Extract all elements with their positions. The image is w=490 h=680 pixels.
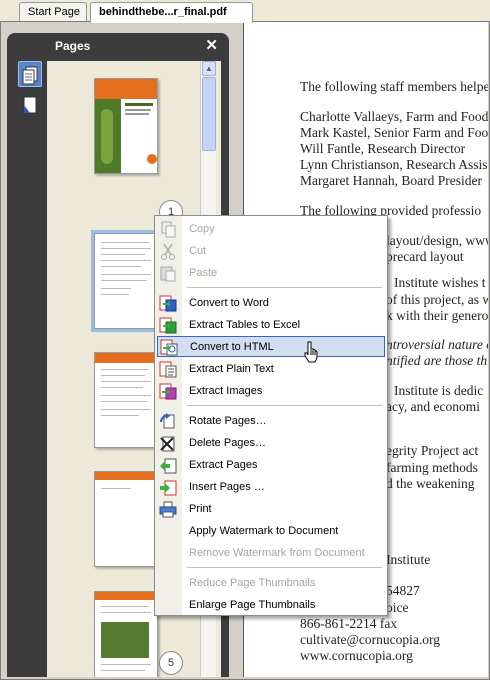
scroll-up-icon[interactable]: ▲ (202, 61, 216, 76)
doc-line: 54827 (386, 583, 420, 598)
doc-line: farming methods (386, 460, 478, 475)
page-thumbnail-1[interactable] (94, 78, 158, 174)
doc-line: d the weakening (386, 476, 475, 491)
paste-icon (159, 265, 177, 282)
menu-item-cut[interactable]: Cut (157, 241, 385, 262)
pdf-to-excel-icon (159, 317, 177, 334)
doc-line: precard layout (386, 249, 464, 264)
menu-item-delete-pages[interactable]: Delete Pages… (157, 433, 385, 454)
doc-line: egrity Project act (386, 443, 479, 458)
doc-line: Will Fantle, Research Director (300, 141, 466, 156)
delete-page-icon (159, 435, 177, 452)
doc-line: ntroversial nature o (386, 337, 488, 352)
doc-line: Institute is dedic (394, 383, 484, 398)
pdf-to-text-icon (159, 361, 177, 378)
doc-line: acy, and economi (386, 399, 480, 414)
doc-line: The following staff members helpe (300, 79, 488, 94)
doc-line: Mark Kastel, Senior Farm and Foo (300, 125, 488, 140)
page-thumbnail-2[interactable] (91, 230, 161, 332)
menu-item-enlarge-thumbnails[interactable]: Enlarge Page Thumbnails (157, 595, 385, 616)
rotate-page-icon (159, 413, 177, 430)
doc-line: oice (386, 600, 409, 615)
menu-item-extract-images[interactable]: Extract Images (157, 381, 385, 402)
pdf-to-html-icon (160, 339, 178, 356)
menu-separator (187, 287, 382, 288)
menu-item-remove-watermark[interactable]: Remove Watermark from Document (157, 543, 385, 564)
pdf-to-word-icon (159, 295, 177, 312)
menu-item-extract-tables[interactable]: Extract Tables to Excel (157, 315, 385, 336)
menu-item-extract-pages[interactable]: Extract Pages (157, 455, 385, 476)
menu-item-paste[interactable]: Paste (157, 263, 385, 284)
menu-item-copy[interactable]: Copy (157, 219, 385, 240)
menu-separator (187, 405, 382, 406)
copy-icon (159, 221, 177, 238)
doc-line: Charlotte Vallaeys, Farm and Food (300, 109, 488, 124)
panel-header: Pages ✕ (7, 33, 229, 57)
printer-icon (159, 501, 177, 518)
doc-line: Lynn Christianson, Research Assis (300, 157, 488, 172)
tab-bar: Start Page behindthebe...r_final.pdf (0, 0, 490, 23)
doc-line: of this project, as w (386, 292, 488, 307)
context-menu: Copy Cut Paste Convert to Word Extract T… (154, 215, 388, 616)
tab-start-page[interactable]: Start Page (19, 2, 87, 22)
pdf-to-image-icon (159, 383, 177, 400)
doc-line: Institute wishes t (394, 275, 486, 290)
close-icon[interactable]: ✕ (205, 36, 218, 54)
page-thumbnail-3[interactable] (94, 352, 158, 448)
doc-line: 866-861-2214 fax (300, 616, 398, 631)
pages-view-icon[interactable] (18, 61, 42, 87)
doc-line: Margaret Hannah, Board Presider (300, 173, 482, 188)
doc-line: Institute (386, 552, 431, 567)
insert-page-icon (159, 479, 177, 496)
page-thumbnail-4[interactable] (94, 471, 158, 567)
doc-line: cultivate@cornucopia.org (300, 632, 441, 647)
menu-item-rotate-pages[interactable]: Rotate Pages… (157, 411, 385, 432)
menu-item-convert-to-html[interactable]: Convert to HTML (157, 336, 385, 357)
panel-title: Pages (55, 39, 91, 53)
menu-item-insert-pages[interactable]: Insert Pages … (157, 477, 385, 498)
tab-pdf-document[interactable]: behindthebe...r_final.pdf (90, 2, 253, 23)
menu-item-convert-to-word[interactable]: Convert to Word (157, 293, 385, 314)
menu-item-extract-plain-text[interactable]: Extract Plain Text (157, 359, 385, 380)
menu-item-print[interactable]: Print (157, 499, 385, 520)
scrollbar-thumb[interactable] (202, 77, 216, 151)
doc-line: layout/design, www (386, 233, 488, 248)
menu-separator (187, 567, 382, 568)
scissors-icon (159, 243, 177, 260)
page-thumbnail-5[interactable] (94, 591, 158, 677)
doc-line: www.cornucopia.org (300, 648, 413, 663)
doc-line: ntified are those th (386, 353, 488, 368)
doc-line: k with their genero (386, 308, 488, 323)
mouse-cursor-icon (303, 341, 319, 368)
menu-item-apply-watermark[interactable]: Apply Watermark to Document (157, 521, 385, 542)
extract-page-icon (159, 457, 177, 474)
bookmark-page-icon[interactable] (18, 93, 42, 119)
menu-item-reduce-thumbnails[interactable]: Reduce Page Thumbnails (157, 573, 385, 594)
page-number-badge: 5 (159, 651, 183, 675)
